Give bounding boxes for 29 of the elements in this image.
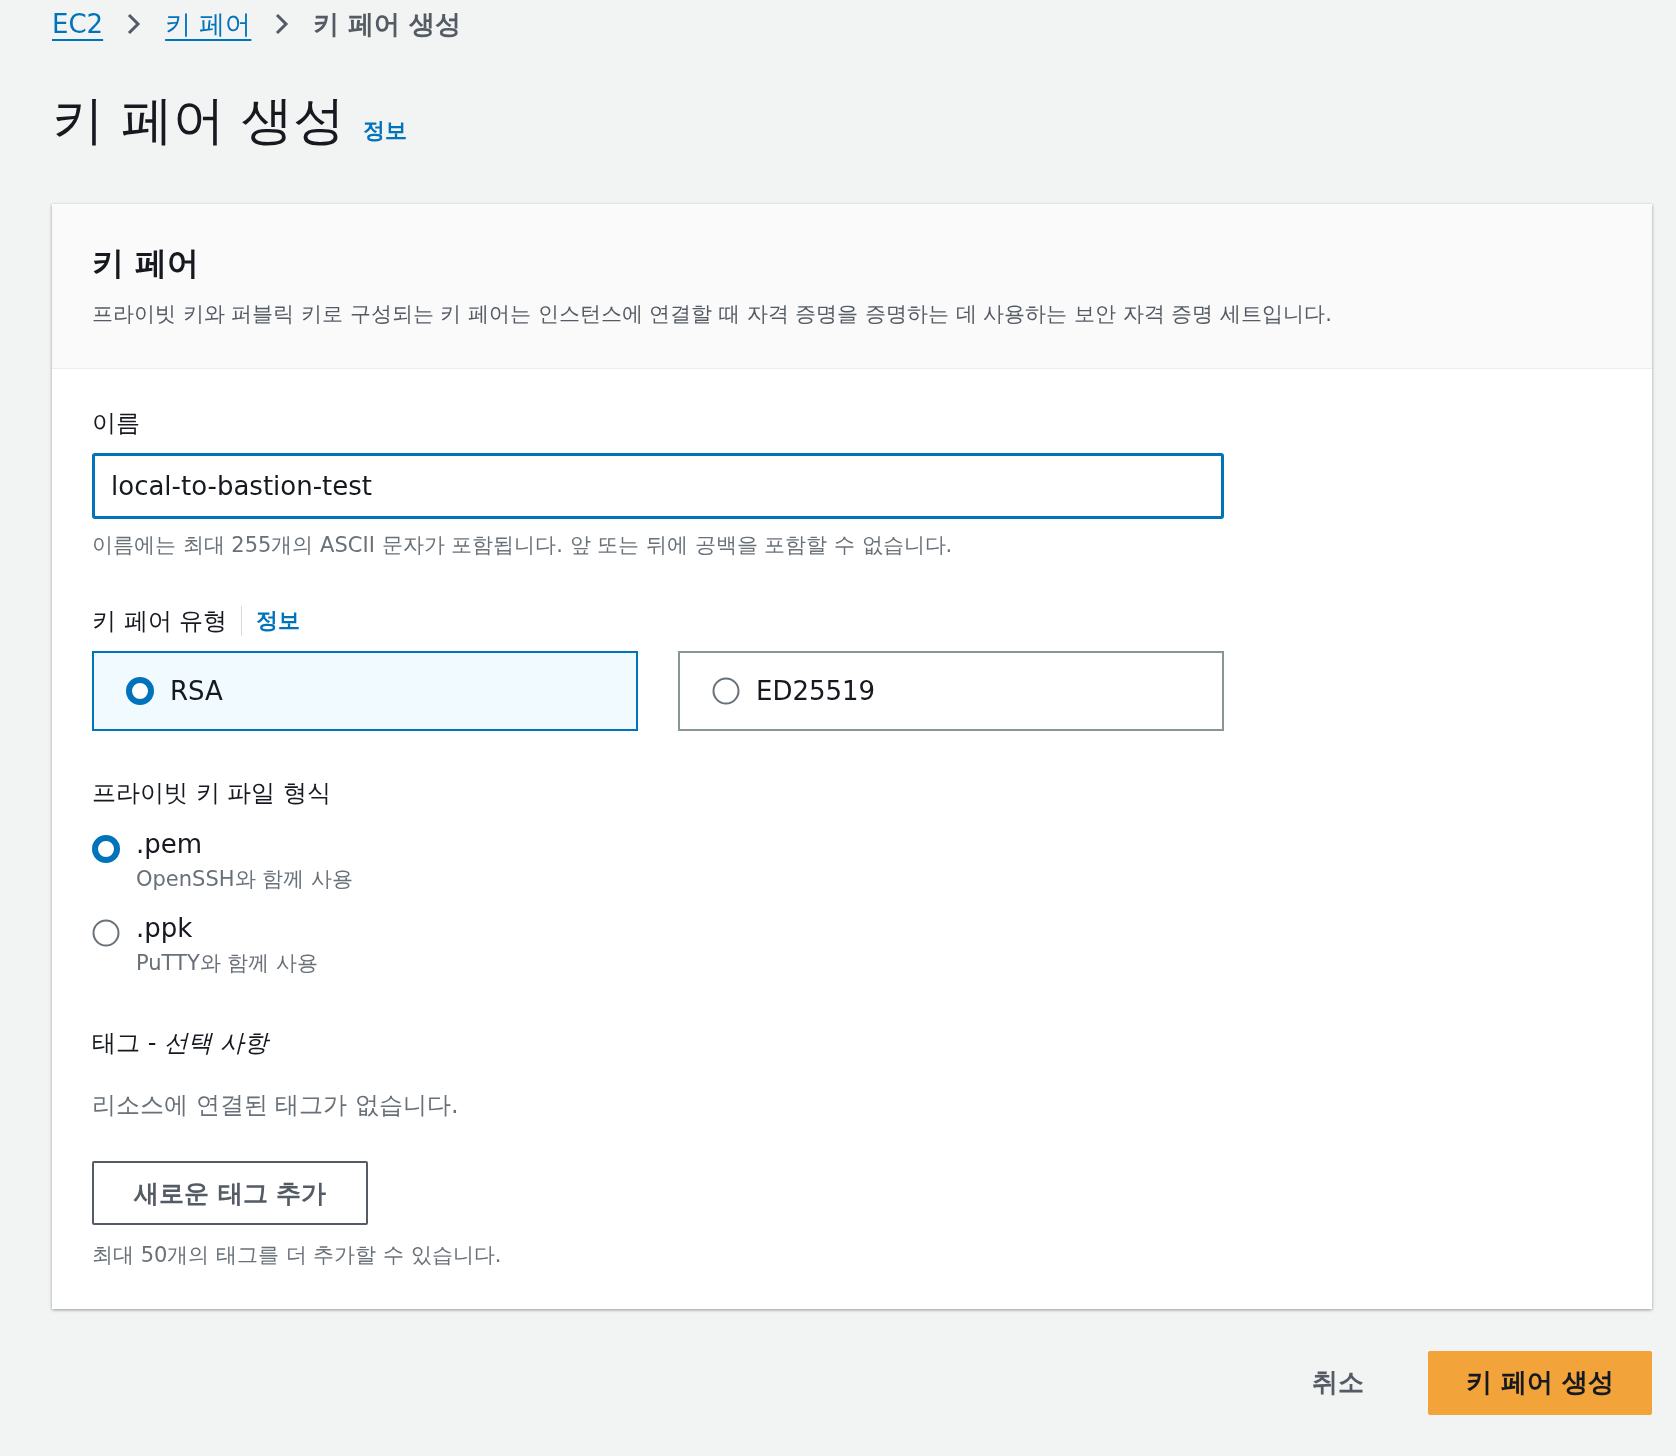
info-link[interactable]: 정보: [256, 606, 301, 636]
field-label: 키 페어 유형: [92, 606, 228, 637]
radio-tile[interactable]: ED25519: [678, 651, 1224, 731]
field-label: 프라이빗 키 파일 형식: [92, 778, 332, 809]
breadcrumb-link[interactable]: 키 페어: [165, 6, 252, 42]
radio-tile[interactable]: RSA: [92, 651, 638, 731]
card-heading: 키 페어: [92, 243, 201, 284]
cancel-button[interactable]: 취소: [1288, 1349, 1388, 1416]
page-title: 키 페어 생성: [52, 89, 346, 152]
empty-message: 리소스에 연결된 태그가 없습니다.: [92, 1090, 460, 1121]
create-button[interactable]: 키 페어 생성: [1428, 1350, 1652, 1415]
radio-button[interactable]: [126, 677, 154, 705]
breadcrumb-current: 키 페어 생성: [313, 7, 462, 41]
section-label: 태그 - 선택 사항: [92, 1028, 271, 1059]
name-input-field[interactable]: local-to-bastion-test: [92, 453, 1224, 519]
limit-hint: 최대 50개의 태그를 더 추가할 수 있습니다.: [92, 1242, 503, 1269]
radio-button[interactable]: [92, 835, 120, 863]
breadcrumb-link[interactable]: EC2: [52, 9, 104, 39]
card-description: 프라이빗 키와 퍼블릭 키로 구성되는 키 페어는 인스턴스에 연결할 때 자격 증명을 증명하는 데 사용하는 보안 자격 증명 세트입니다.: [92, 301, 1333, 328]
info-link[interactable]: 정보: [363, 116, 408, 146]
radio-label[interactable]: .ppk: [136, 913, 319, 943]
add-tag-button[interactable]: 새로운 태그 추가: [92, 1161, 369, 1225]
radio-label[interactable]: .pem: [136, 829, 353, 859]
radio-description: OpenSSH와 함께 사용: [136, 866, 353, 893]
radio-description: PuTTY와 함께 사용: [136, 950, 319, 977]
field-label: 이름: [92, 408, 141, 439]
field-hint: 이름에는 최대 255개의 ASCII 문자가 포함됩니다. 앞 또는 뒤에 공백을 포함할 수 없습니다.: [92, 532, 954, 559]
radio-button[interactable]: [712, 677, 740, 705]
radio-button[interactable]: [92, 919, 120, 947]
